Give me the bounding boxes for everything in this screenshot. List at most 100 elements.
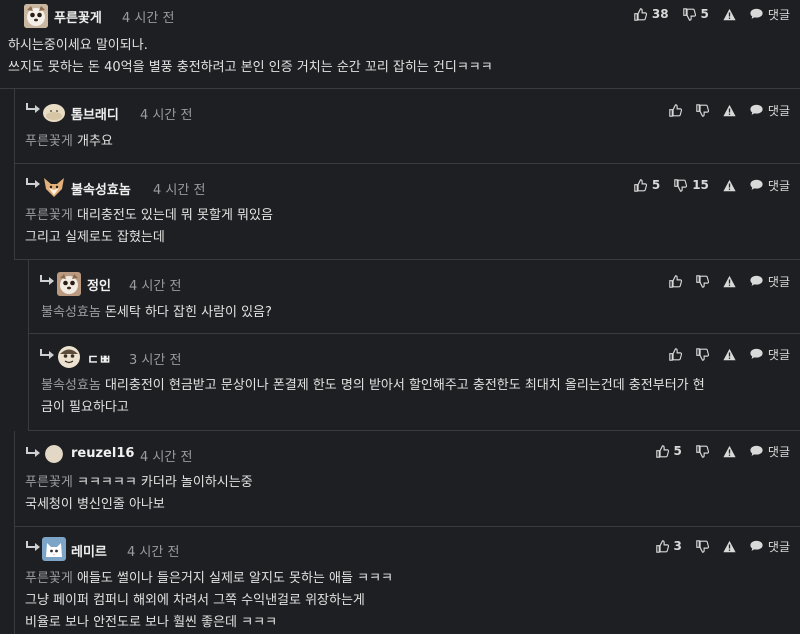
comment: ㄷㅃ 3 시간 전 댓글 불속성효놈 대리충전이 현금받고 문상이나 폰결제 한… (28, 334, 800, 431)
comment-line: 불속성효놈 대리충전이 현금받고 문상이나 폰결제 한도 명의 받아서 할인해주… (41, 375, 705, 397)
avatar[interactable] (57, 345, 81, 369)
comment-text: 애들도 썰이나 들은거지 실제로 알지도 못하는 애들 ㅋㅋㅋ (76, 571, 393, 586)
comment-author[interactable]: 톰브래디 (71, 104, 119, 123)
comment-text: ㅋㅋㅋㅋㅋ 카더라 놀이하시는중 (76, 475, 253, 490)
comment-time: 4 시간 전 (122, 11, 175, 26)
thumbs-down-icon (674, 178, 688, 192)
comment-body: 불속성효놈 대리충전이 현금받고 문상이나 폰결제 한도 명의 받아서 할인해주… (41, 375, 705, 419)
comment-body: 푸른꽃게 ㅋㅋㅋㅋㅋ 카더라 놀이하시는중 국세청이 병신인줄 아나보 (25, 472, 253, 516)
comment-author[interactable]: 정인 (87, 275, 111, 294)
warning-icon (723, 445, 736, 457)
reply-arrow-icon (39, 275, 55, 289)
downvote-count: 5 (700, 7, 709, 21)
comment-body: 푸른꽃게 개추요 (25, 131, 113, 153)
upvote-button[interactable] (669, 274, 682, 288)
downvote-count: 15 (692, 178, 709, 192)
speech-bubble-icon (750, 348, 763, 359)
downvote-button[interactable]: 5 (682, 7, 709, 21)
downvote-button[interactable] (696, 539, 709, 553)
reply-button[interactable]: 댓글 (750, 346, 790, 363)
downvote-button[interactable] (696, 274, 709, 288)
speech-bubble-icon (750, 275, 763, 286)
report-button[interactable] (723, 179, 736, 192)
reply-button[interactable]: 댓글 (750, 177, 790, 194)
upvote-button[interactable] (669, 347, 682, 361)
report-button[interactable] (723, 8, 736, 21)
comment-line: 푸른꽃게 대리충전도 있는데 뭐 못할게 뭐있음 (25, 205, 273, 227)
warning-icon (723, 8, 736, 20)
comment-time: 3 시간 전 (129, 353, 182, 368)
reply-label: 댓글 (767, 178, 790, 193)
comment-text: 개추요 (76, 134, 113, 149)
thumbs-down-icon (696, 103, 709, 117)
reply-button[interactable]: 댓글 (750, 538, 790, 555)
reply-button[interactable]: 댓글 (750, 102, 790, 119)
warning-icon (723, 540, 736, 552)
reply-label: 댓글 (767, 103, 790, 118)
comment-author[interactable]: 불속성효놈 (71, 179, 131, 198)
upvote-button[interactable]: 5 (655, 444, 682, 458)
reply-arrow-icon (25, 541, 41, 555)
mention[interactable]: 푸른꽃게 (25, 208, 73, 223)
avatar[interactable] (45, 445, 63, 463)
mention[interactable]: 불속성효놈 (41, 378, 101, 393)
downvote-button[interactable] (696, 444, 709, 458)
mention[interactable]: 불속성효놈 (41, 305, 101, 320)
warning-icon (723, 275, 736, 287)
comment-text: 돈세탁 하다 잡힌 사람이 있음? (104, 305, 272, 320)
speech-bubble-icon (750, 104, 763, 115)
comment-line: 금이 필요하다고 (41, 400, 129, 415)
comment-body: 하시는중이세요 말이되나. 쓰지도 못하는 돈 40억을 별풍 충전하려고 본인… (8, 35, 493, 79)
report-button[interactable] (723, 445, 736, 458)
comment-author[interactable]: reuzel16 (71, 446, 134, 461)
comment-body: 불속성효놈 돈세탁 하다 잡힌 사람이 있음? (41, 302, 272, 324)
comment-author[interactable]: 레미르 (71, 541, 107, 560)
report-button[interactable] (723, 275, 736, 288)
comment-author[interactable]: ㄷㅃ (87, 349, 111, 368)
downvote-button[interactable]: 15 (674, 178, 709, 192)
mention[interactable]: 푸른꽃게 (25, 134, 73, 149)
avatar[interactable] (42, 175, 66, 199)
reply-button[interactable]: 댓글 (750, 273, 790, 290)
upvote-count: 38 (651, 7, 669, 21)
comment-text: 대리충전이 현금받고 문상이나 폰결제 한도 명의 받아서 할인해주고 충전한도… (104, 378, 705, 393)
downvote-button[interactable] (696, 103, 709, 117)
thumbs-up-icon (669, 347, 682, 361)
upvote-button[interactable]: 38 (634, 7, 669, 21)
report-button[interactable] (723, 104, 736, 117)
mention[interactable]: 푸른꽃게 (25, 475, 73, 490)
comment-line: 그리고 실제로도 잡혔는데 (25, 230, 165, 245)
reply-button[interactable]: 댓글 (750, 6, 790, 23)
warning-icon (723, 104, 736, 116)
report-button[interactable] (723, 540, 736, 553)
avatar[interactable] (24, 4, 48, 28)
comment: 정인 4 시간 전 댓글 불속성효놈 돈세탁 하다 잡힌 사람이 있음? (28, 260, 800, 334)
comment-line: 푸른꽃게 ㅋㅋㅋㅋㅋ 카더라 놀이하시는중 (25, 472, 253, 494)
reply-arrow-icon (25, 103, 41, 117)
speech-bubble-icon (750, 445, 763, 456)
comment-thread: 푸른꽃게 4 시간 전 38 5 댓글 하시는중이세요 말이되나. 쓰지도 못하… (0, 0, 800, 634)
downvote-button[interactable] (696, 347, 709, 361)
upvote-button[interactable]: 5 (634, 178, 660, 192)
reply-button[interactable]: 댓글 (750, 443, 790, 460)
upvote-button[interactable]: 3 (655, 539, 682, 553)
reply-arrow-icon (25, 447, 41, 461)
thumbs-up-icon (655, 444, 669, 458)
warning-icon (723, 179, 736, 191)
report-button[interactable] (723, 348, 736, 361)
avatar[interactable] (57, 272, 81, 296)
avatar[interactable] (42, 100, 66, 124)
thumbs-up-icon (669, 103, 682, 117)
comment-author[interactable]: 푸른꽃게 (54, 7, 102, 26)
mention[interactable]: 푸른꽃게 (25, 571, 73, 586)
comment-time: 4 시간 전 (153, 183, 206, 198)
comment: 불속성효놈 4 시간 전 5 15 댓글 푸른꽃게 대리충전도 있는데 뭐 못할… (14, 164, 800, 260)
comment-line: 하시는중이세요 말이되나. (8, 38, 148, 53)
comment-line: 푸른꽃게 애들도 썰이나 들은거지 실제로 알지도 못하는 애들 ㅋㅋㅋ (25, 568, 393, 590)
avatar[interactable] (42, 537, 66, 561)
reply-label: 댓글 (767, 347, 790, 362)
upvote-button[interactable] (669, 103, 682, 117)
reply-label: 댓글 (767, 444, 790, 459)
reply-label: 댓글 (767, 274, 790, 289)
comment-line: 쓰지도 못하는 돈 40억을 별풍 충전하려고 본인 인증 거치는 순간 꼬리 … (8, 60, 493, 75)
